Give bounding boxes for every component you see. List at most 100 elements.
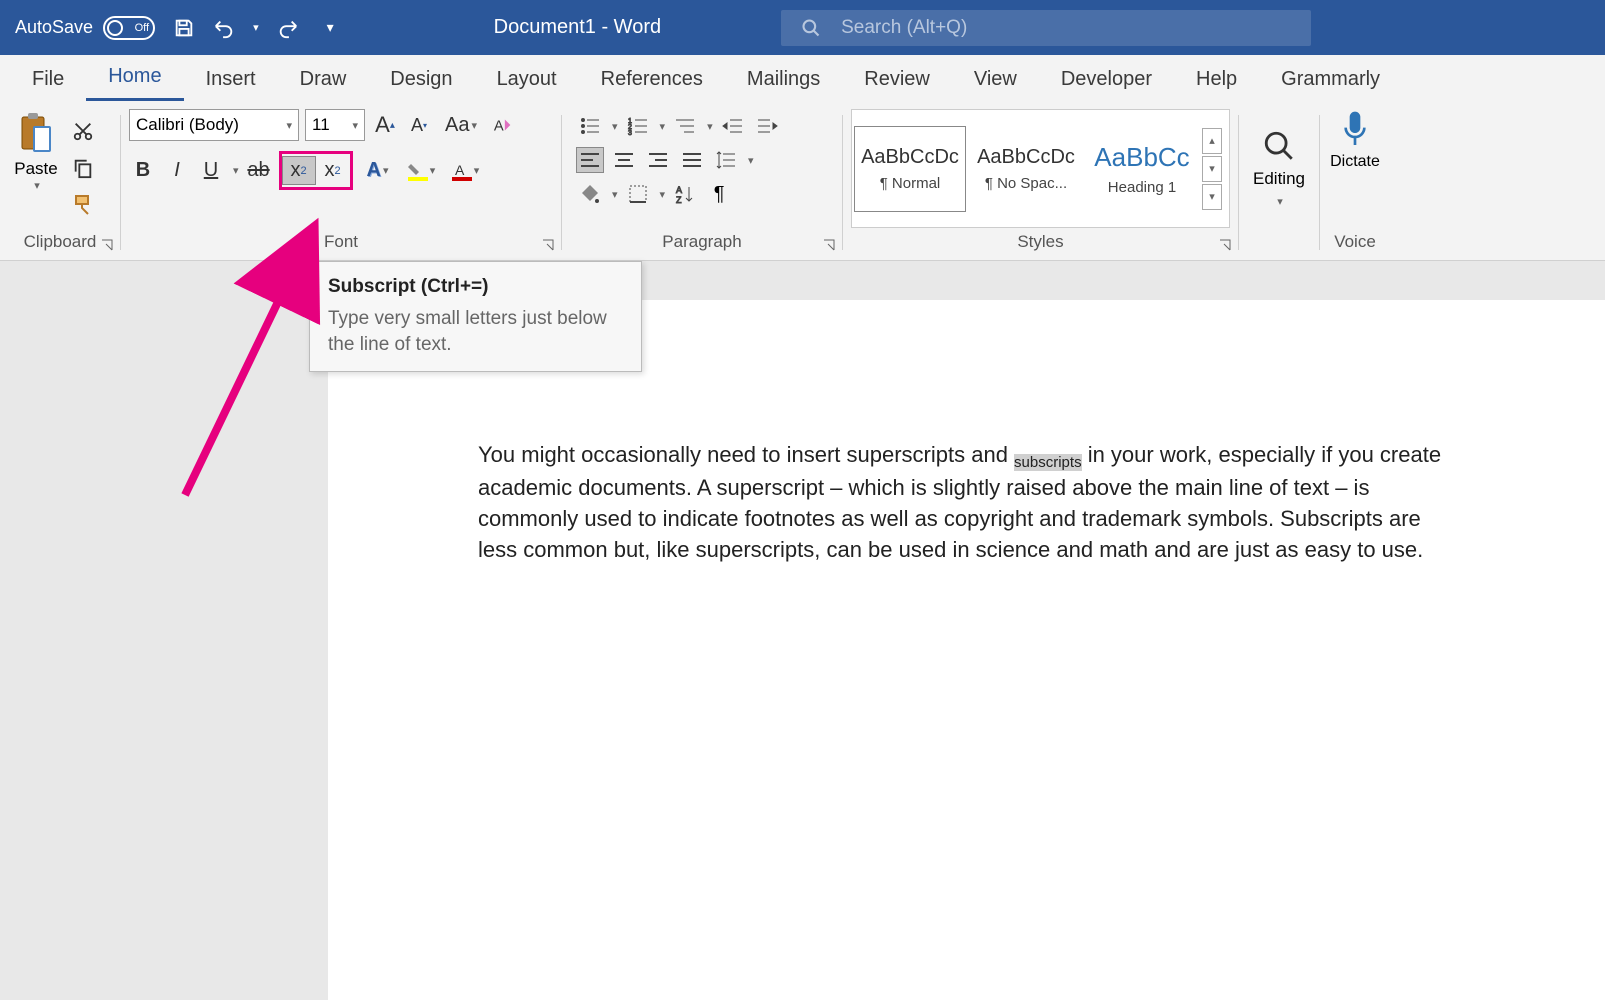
tab-references[interactable]: References [579, 58, 725, 101]
svg-text:A: A [455, 162, 465, 178]
multilevel-dropdown[interactable]: ▾ [707, 120, 713, 133]
toggle-knob [107, 20, 123, 36]
style-heading1[interactable]: AaBbCc Heading 1 [1086, 126, 1198, 212]
font-launcher-icon[interactable] [541, 238, 555, 252]
document-paragraph[interactable]: You might occasionally need to insert su… [478, 440, 1458, 566]
tab-draw[interactable]: Draw [278, 58, 369, 101]
justify-button[interactable] [678, 147, 706, 173]
underline-button[interactable]: U [197, 156, 225, 185]
change-case-button[interactable]: Aa▾ [439, 111, 483, 140]
align-left-button[interactable] [576, 147, 604, 173]
search-input[interactable] [841, 17, 1291, 39]
numbering-dropdown[interactable]: ▾ [660, 120, 666, 133]
autosave-toggle[interactable]: AutoSave Off [15, 16, 155, 40]
paste-button[interactable]: Paste ▾ [8, 113, 64, 192]
paragraph-group-label: Paragraph [570, 228, 834, 256]
subscripted-selection[interactable]: subscripts [1014, 454, 1082, 471]
find-icon[interactable] [1262, 129, 1296, 163]
subscript-button[interactable]: x2 [282, 156, 316, 185]
search-icon [801, 18, 821, 38]
shading-button[interactable] [576, 181, 604, 207]
tab-file[interactable]: File [10, 58, 86, 101]
styles-scroll-up[interactable]: ▴ [1202, 128, 1222, 154]
superscript-button[interactable]: x2 [316, 156, 350, 185]
tooltip-title: Subscript (Ctrl+=) [328, 276, 623, 298]
autosave-switch[interactable]: Off [103, 16, 155, 40]
cut-icon[interactable] [72, 117, 94, 145]
multilevel-list-button[interactable] [671, 113, 699, 139]
format-painter-icon[interactable] [72, 191, 96, 217]
style-name: Heading 1 [1108, 179, 1176, 196]
borders-dropdown[interactable]: ▾ [660, 188, 666, 201]
show-hide-marks-button[interactable]: ¶ [705, 181, 733, 207]
tab-developer[interactable]: Developer [1039, 58, 1174, 101]
styles-scroll-down[interactable]: ▾ [1202, 156, 1222, 182]
dictate-label: Dictate [1330, 153, 1380, 171]
tab-mailings[interactable]: Mailings [725, 58, 842, 101]
borders-button[interactable] [624, 181, 652, 207]
highlight-button[interactable]: ▾ [403, 156, 441, 185]
ribbon: Paste ▾ Clipboard Calibri (Body)▾ 11▾ A▴… [0, 101, 1605, 261]
decrease-indent-button[interactable] [719, 113, 747, 139]
tab-review[interactable]: Review [842, 58, 952, 101]
align-center-button[interactable] [610, 147, 638, 173]
styles-scroll: ▴ ▾ ▾ [1202, 128, 1222, 210]
undo-dropdown[interactable]: ▾ [253, 21, 259, 34]
tab-view[interactable]: View [952, 58, 1039, 101]
tab-grammarly[interactable]: Grammarly [1259, 58, 1402, 101]
tab-design[interactable]: Design [368, 58, 474, 101]
style-preview: AaBbCcDc [977, 146, 1075, 169]
style-no-spacing[interactable]: AaBbCcDc ¶ No Spac... [970, 126, 1082, 212]
clipboard-group-label: Clipboard [8, 228, 112, 256]
titlebar: AutoSave Off ▾ ▾ Document1 - Word [0, 0, 1605, 55]
group-clipboard: Paste ▾ Clipboard [0, 109, 120, 260]
tab-help[interactable]: Help [1174, 58, 1259, 101]
subscript-tooltip: Subscript (Ctrl+=) Type very small lette… [309, 261, 642, 372]
tab-home[interactable]: Home [86, 55, 183, 101]
svg-text:3: 3 [628, 130, 632, 137]
bold-button[interactable]: B [129, 156, 157, 185]
strikethrough-button[interactable]: ab [245, 156, 273, 185]
paste-dropdown[interactable]: ▾ [34, 179, 40, 192]
line-spacing-dropdown[interactable]: ▾ [748, 154, 754, 167]
editing-dropdown[interactable]: ▾ [1277, 195, 1283, 208]
copy-icon[interactable] [72, 155, 94, 181]
line-spacing-button[interactable] [712, 147, 740, 173]
paragraph-launcher-icon[interactable] [822, 238, 836, 252]
redo-icon[interactable] [277, 17, 299, 39]
clear-formatting-button[interactable]: A [489, 111, 517, 140]
text-effects-button[interactable]: A▾ [359, 156, 397, 185]
bullets-button[interactable] [576, 113, 604, 139]
document-page[interactable]: You might occasionally need to insert su… [328, 300, 1605, 1000]
styles-launcher-icon[interactable] [1218, 238, 1232, 252]
autosave-label: AutoSave [15, 17, 93, 38]
search-bar[interactable] [781, 10, 1311, 46]
font-name-combo[interactable]: Calibri (Body)▾ [129, 109, 299, 141]
style-name: ¶ Normal [880, 175, 941, 192]
style-normal[interactable]: AaBbCcDc ¶ Normal [854, 126, 966, 212]
tab-insert[interactable]: Insert [184, 58, 278, 101]
font-name-value: Calibri (Body) [136, 115, 239, 135]
styles-expand[interactable]: ▾ [1202, 184, 1222, 210]
undo-icon[interactable] [213, 17, 235, 39]
qat-customize-dropdown[interactable]: ▾ [327, 19, 334, 36]
shading-dropdown[interactable]: ▾ [612, 188, 618, 201]
bullets-dropdown[interactable]: ▾ [612, 120, 618, 133]
numbering-button[interactable]: 123 [624, 113, 652, 139]
font-size-combo[interactable]: 11▾ [305, 109, 365, 141]
group-styles: AaBbCcDc ¶ Normal AaBbCcDc ¶ No Spac... … [843, 109, 1238, 260]
clipboard-launcher-icon[interactable] [100, 238, 114, 252]
sort-button[interactable]: AZ [671, 181, 699, 207]
style-name: ¶ No Spac... [985, 175, 1067, 192]
underline-dropdown[interactable]: ▾ [233, 164, 239, 177]
dictate-icon[interactable] [1339, 109, 1371, 149]
italic-button[interactable]: I [163, 156, 191, 185]
tab-layout[interactable]: Layout [475, 58, 579, 101]
align-right-button[interactable] [644, 147, 672, 173]
font-color-button[interactable]: A▾ [447, 156, 485, 185]
save-icon[interactable] [173, 17, 195, 39]
grow-font-button[interactable]: A▴ [371, 111, 399, 140]
shrink-font-button[interactable]: A▾ [405, 111, 433, 140]
paste-label: Paste [14, 159, 57, 179]
increase-indent-button[interactable] [753, 113, 781, 139]
